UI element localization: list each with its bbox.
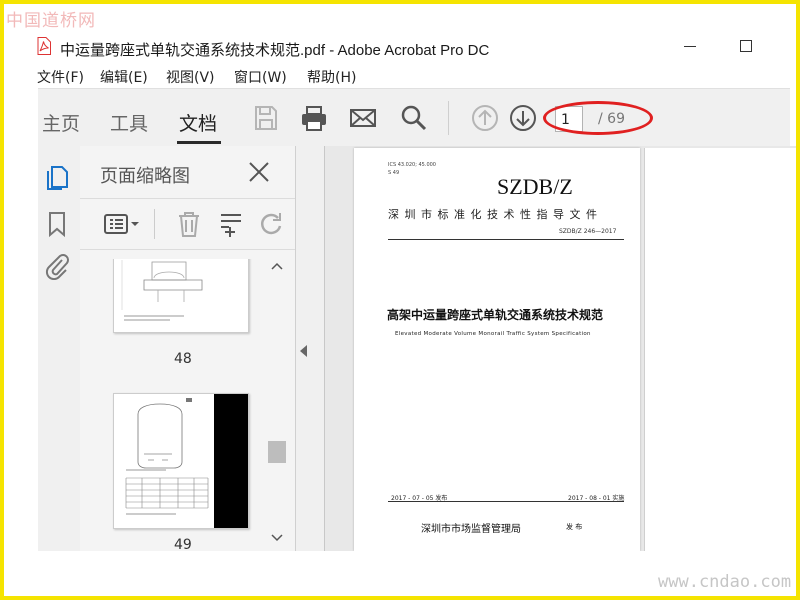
menu-bar: 文件(F) 编辑(E) 视图(V) 窗口(W) 帮助(H) — [4, 64, 796, 88]
scroll-down-icon[interactable] — [270, 533, 284, 543]
email-icon[interactable] — [349, 104, 377, 132]
title-bar: 中运量跨座式单轨交通系统技术规范.pdf - Adobe Acrobat Pro… — [4, 30, 796, 64]
tab-tools[interactable]: 工具 — [110, 109, 148, 136]
screenshot-frame: 中国道桥网 中运量跨座式单轨交通系统技术规范.pdf - Adobe Acrob… — [4, 4, 796, 596]
delete-page-icon[interactable] — [176, 209, 202, 239]
thumbnail-scrollbar[interactable] — [266, 259, 288, 551]
page-up-icon[interactable] — [471, 104, 499, 132]
watermark-top: 中国道桥网 — [6, 11, 96, 31]
menu-edit[interactable]: 编辑(E) — [100, 67, 148, 87]
doc-code: SZDB/Z — [497, 174, 573, 199]
document-view: ICS 43.020; 45.000 S 49 SZDB/Z 深 圳 市 标 准… — [325, 146, 796, 551]
search-icon[interactable] — [400, 104, 428, 132]
thumbnail-label-48: 48 — [174, 351, 192, 367]
document-page-1: ICS 43.020; 45.000 S 49 SZDB/Z 深 圳 市 标 准… — [354, 148, 640, 551]
menu-view[interactable]: 视图(V) — [166, 67, 215, 87]
tools-separator — [154, 209, 155, 239]
toolbar-separator — [448, 101, 449, 135]
thumbnail-49-content — [125, 394, 248, 528]
doc-issue-word: 发 布 — [566, 523, 583, 531]
doc-class: S 49 — [388, 170, 400, 176]
doc-footer-rule — [388, 501, 624, 502]
rotate-page-icon[interactable] — [258, 209, 284, 239]
thumbnail-list: 48 49 — [80, 259, 270, 551]
collapse-panel-icon[interactable] — [300, 345, 307, 357]
menu-help[interactable]: 帮助(H) — [307, 67, 356, 87]
insert-page-icon[interactable] — [218, 209, 244, 239]
active-tab-indicator — [177, 141, 221, 144]
doc-standard-no: SZDB/Z 246—2017 — [559, 228, 617, 235]
save-icon[interactable] — [252, 104, 280, 132]
panel-title: 页面缩略图 — [100, 166, 190, 187]
menu-window[interactable]: 窗口(W) — [234, 67, 287, 87]
bookmark-icon[interactable] — [44, 210, 70, 238]
doc-title-en: Elevated Moderate Volume Monorail Traffi… — [395, 331, 591, 337]
doc-header-rule — [388, 239, 624, 240]
highlight-annotation — [543, 101, 653, 135]
thumbnail-page-48[interactable] — [113, 259, 249, 333]
attachment-icon[interactable] — [44, 252, 70, 280]
scrollbar-thumb[interactable] — [268, 441, 286, 463]
main-toolbar: 主页 工具 文档 1 / 69 — [38, 88, 790, 148]
watermark-bottom: www.cndao.com — [658, 572, 792, 592]
page-thumbnails-icon[interactable] — [44, 164, 70, 192]
doc-body: 深 圳 市 标 准 化 技 术 性 指 导 文 件 — [388, 208, 598, 221]
document-page-2-edge — [644, 148, 796, 551]
navigation-pane-strip — [38, 146, 80, 551]
minimize-button[interactable] — [684, 46, 696, 47]
panel-collapse-strip — [296, 146, 325, 551]
menu-file[interactable]: 文件(F) — [37, 67, 84, 87]
scroll-up-icon[interactable] — [270, 261, 284, 271]
tab-document[interactable]: 文档 — [179, 109, 217, 136]
tab-home[interactable]: 主页 — [42, 109, 80, 136]
thumbnail-page-49[interactable] — [113, 393, 249, 529]
doc-issuer: 深圳市市场监督管理局 — [421, 524, 521, 535]
thumbnail-48-content — [121, 260, 203, 321]
doc-ics: ICS 43.020; 45.000 — [388, 162, 436, 168]
page-down-icon[interactable] — [509, 104, 537, 132]
pdf-file-icon — [37, 37, 51, 55]
close-icon[interactable] — [248, 161, 270, 183]
maximize-button[interactable] — [740, 40, 752, 52]
thumbnails-panel: 页面缩略图 48 49 — [80, 146, 296, 551]
thumbnail-toolbar — [80, 198, 295, 250]
window-title: 中运量跨座式单轨交通系统技术规范.pdf - Adobe Acrobat Pro… — [60, 42, 490, 59]
doc-title-cn: 高架中运量跨座式单轨交通系统技术规范 — [387, 308, 604, 322]
print-icon[interactable] — [300, 104, 328, 132]
thumbnail-options-icon[interactable] — [102, 209, 142, 239]
thumbnail-label-49: 49 — [174, 537, 192, 551]
